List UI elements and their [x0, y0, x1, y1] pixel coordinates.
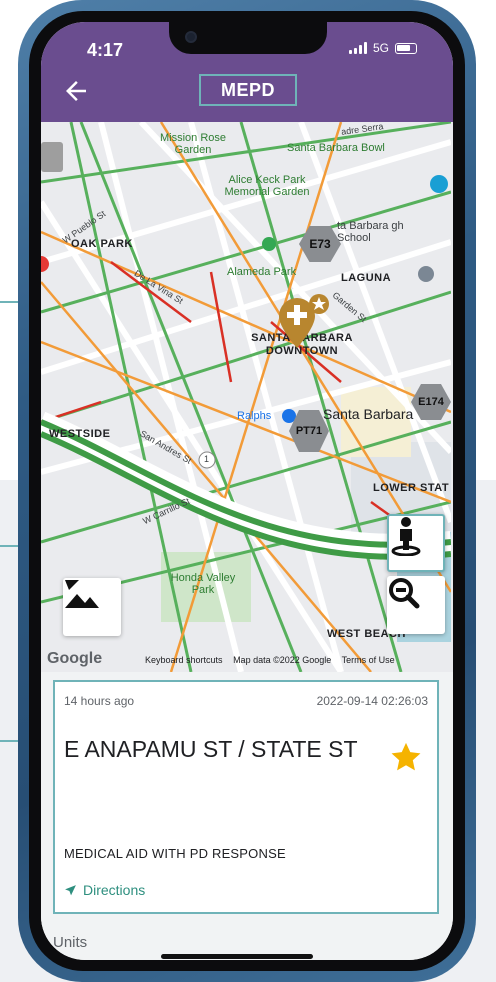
incident-card[interactable]: 14 hours ago 2022-09-14 02:26:03 E ANAPA… [53, 680, 439, 914]
signal-icon [348, 42, 367, 54]
map-label-santa-barbara: Santa Barbara [323, 406, 414, 422]
keyboard-shortcuts-link[interactable]: Keyboard shortcuts [145, 655, 223, 665]
map-label-ralphs: Ralphs [237, 410, 272, 422]
incident-call-type: MEDICAL AID WITH PD RESPONSE [64, 846, 286, 861]
star-icon[interactable] [389, 740, 423, 774]
map-label-honda-valley: Honda Valley Park [170, 572, 236, 596]
status-indicators: 5G [348, 41, 417, 55]
magnifier-minus-icon [389, 578, 420, 609]
incident-timestamp: 2022-09-14 02:26:03 [316, 694, 428, 708]
map-label-lower-state: LOWER STAT [373, 482, 450, 494]
network-label: 5G [372, 41, 389, 55]
navigation-arrow-icon [65, 884, 76, 895]
map-label-alameda-park: Alameda Park [227, 266, 297, 278]
terms-of-use-link[interactable]: Terms of Use [342, 655, 395, 665]
notch [169, 22, 327, 54]
terrain-layer-icon [65, 580, 99, 608]
map-label-route-1: 1 [204, 454, 210, 464]
responder-location-button[interactable] [387, 514, 445, 572]
map-label-sb-bowl: Santa Barbara Bowl [287, 142, 385, 154]
incident-panel: 14 hours ago 2022-09-14 02:26:03 E ANAPA… [41, 672, 453, 960]
map-label-laguna: LAGUNA [341, 272, 392, 284]
map-label-westside: WESTSIDE [49, 428, 111, 440]
units-section-label: Units [53, 934, 88, 951]
terrain-layer-button[interactable] [63, 578, 121, 636]
map-attribution: Keyboard shortcuts Map data ©2022 Google… [145, 655, 403, 665]
medical-incident-marker-icon[interactable] [277, 292, 331, 350]
arrow-left-icon[interactable] [61, 76, 91, 106]
map-label-high-school: ta Barbara gh School [337, 220, 404, 244]
google-logo: Google [47, 650, 103, 667]
person-standing-icon [391, 517, 421, 556]
map-label-rose-garden: Mission Rose Garden [159, 132, 227, 156]
home-indicator [161, 954, 313, 959]
phone-frame: 4:17 5G MEPD Mission Rose Garden Santa B… [18, 0, 476, 982]
map-view[interactable]: Mission Rose Garden Santa Barbara Bowl A… [41, 122, 453, 672]
camera [185, 31, 197, 43]
status-time: 4:17 [87, 40, 124, 60]
battery-icon [395, 42, 417, 54]
incident-time-ago: 14 hours ago [64, 694, 135, 708]
page-title: MEPD [199, 74, 297, 106]
map-data-label: Map data ©2022 Google [233, 655, 332, 665]
incident-address: E ANAPAMU ST / STATE ST [64, 736, 358, 762]
phone-screen: 4:17 5G MEPD Mission Rose Garden Santa B… [41, 22, 453, 960]
map-label-alice-keck: Alice Keck Park Memorial Garden [224, 174, 310, 198]
zoom-out-button[interactable] [387, 576, 445, 634]
directions-link[interactable]: Directions [64, 882, 145, 898]
directions-label: Directions [83, 882, 146, 898]
phone-bezel: 4:17 5G MEPD Mission Rose Garden Santa B… [29, 11, 465, 971]
map-label-oak-park: OAK PARK [71, 238, 133, 250]
